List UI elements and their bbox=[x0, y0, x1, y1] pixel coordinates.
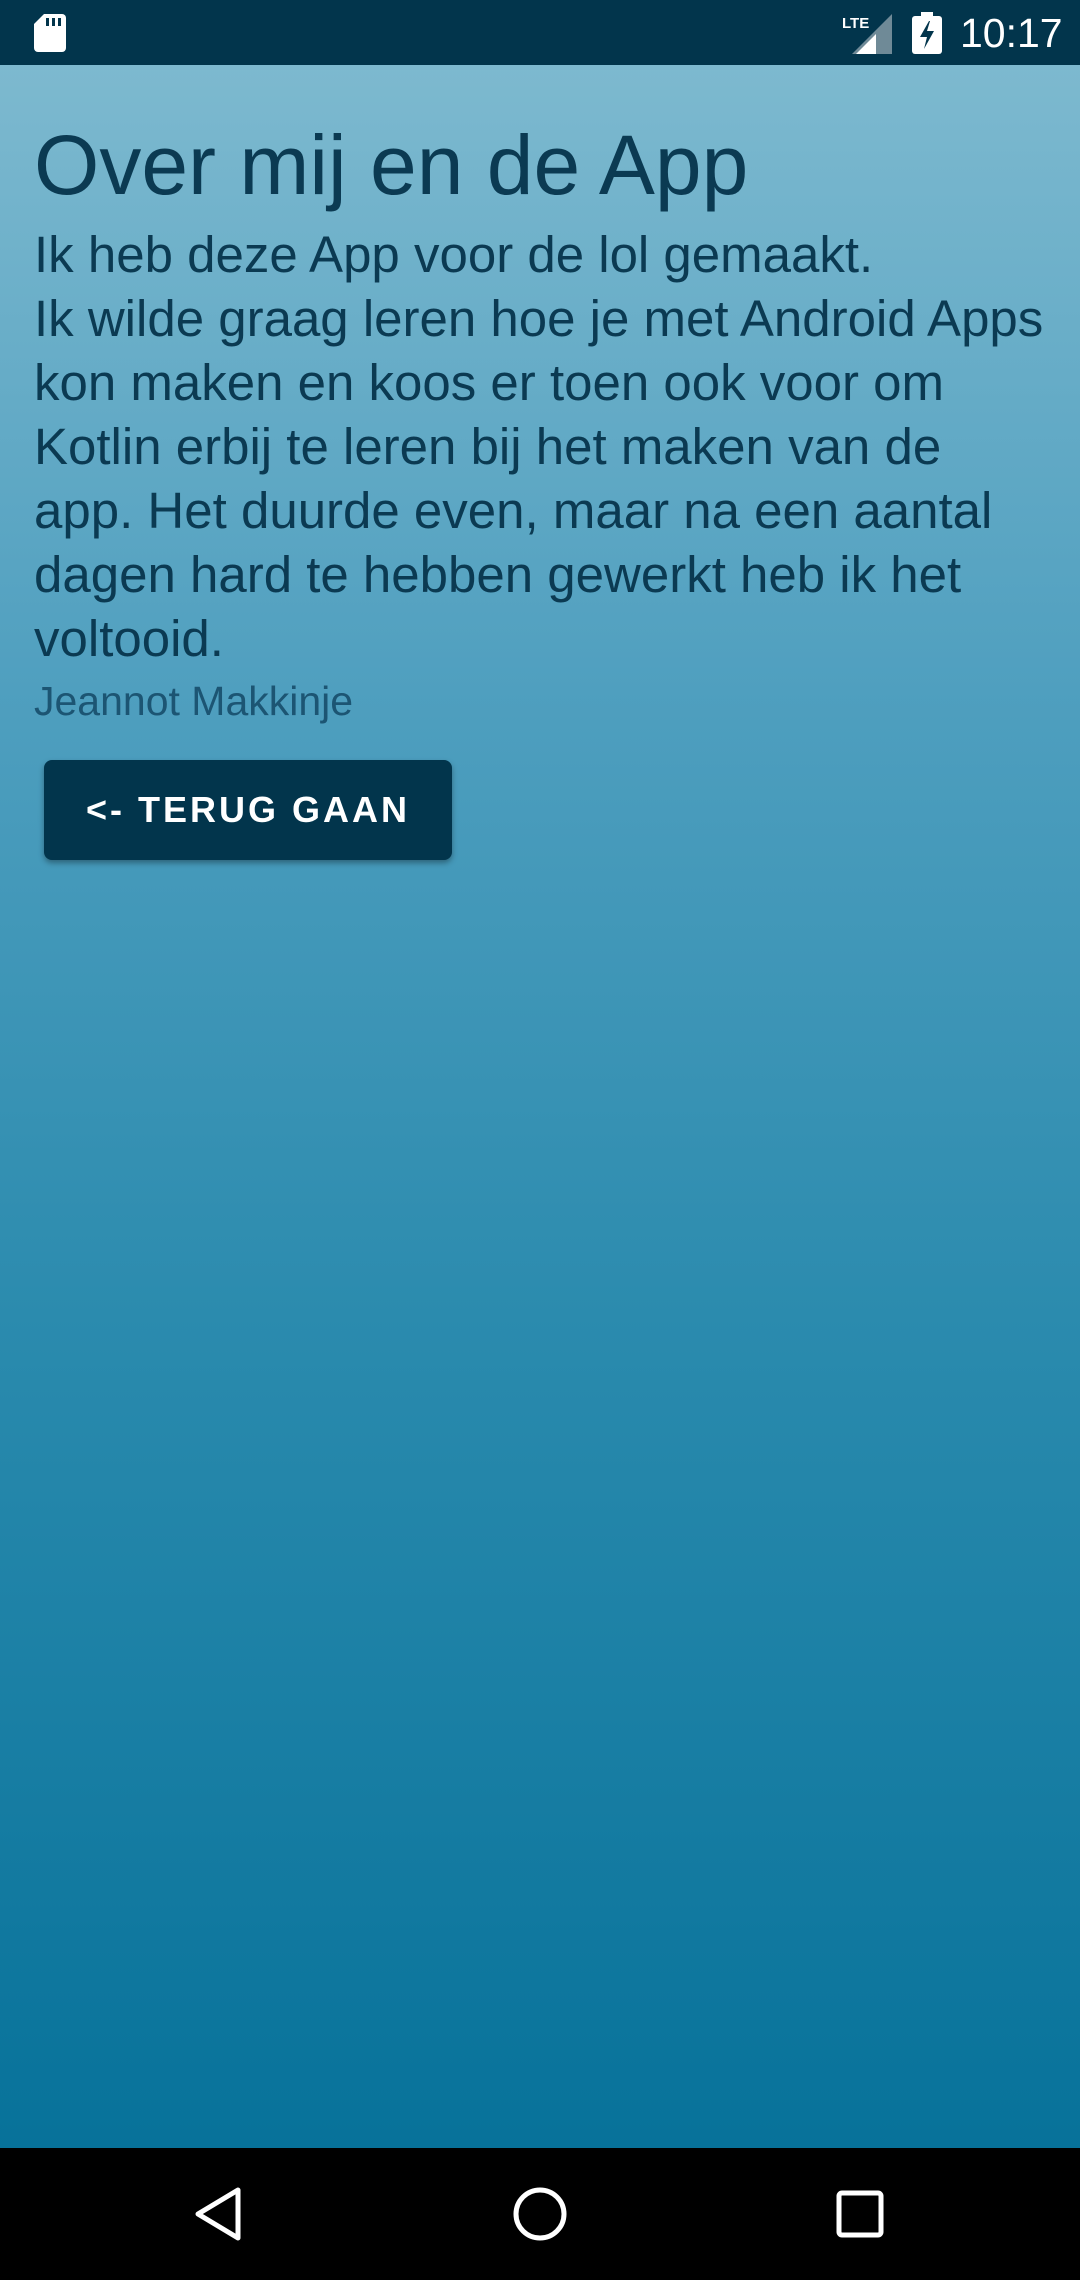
nav-home-icon[interactable] bbox=[510, 2184, 570, 2244]
about-text-line: Ik wilde graag leren hoe je met Android … bbox=[34, 290, 1044, 667]
about-text: Ik heb deze App voor de lol gemaakt. Ik … bbox=[34, 223, 1054, 671]
battery-charging-icon bbox=[912, 12, 942, 54]
navigation-bar bbox=[0, 2148, 1080, 2280]
author-name: Jeannot Makkinje bbox=[34, 678, 354, 724]
status-bar: LTE 10:17 bbox=[0, 0, 1080, 65]
lte-signal-icon: LTE bbox=[842, 14, 892, 54]
about-content: Over mij en de App Ik heb deze App voor … bbox=[0, 65, 1080, 2148]
nav-recents-icon[interactable] bbox=[830, 2184, 890, 2244]
sd-card-icon bbox=[34, 14, 66, 52]
back-button[interactable]: <- TERUG GAAN bbox=[44, 760, 452, 860]
page-title: Over mij en de App bbox=[34, 118, 749, 212]
nav-back-icon[interactable] bbox=[190, 2184, 250, 2244]
screen: LTE 10:17 Over mij en de App Ik heb deze… bbox=[0, 0, 1080, 2280]
status-clock: 10:17 bbox=[960, 10, 1063, 56]
svg-text:LTE: LTE bbox=[842, 15, 869, 32]
about-text-line: Ik heb deze App voor de lol gemaakt. bbox=[34, 226, 874, 283]
